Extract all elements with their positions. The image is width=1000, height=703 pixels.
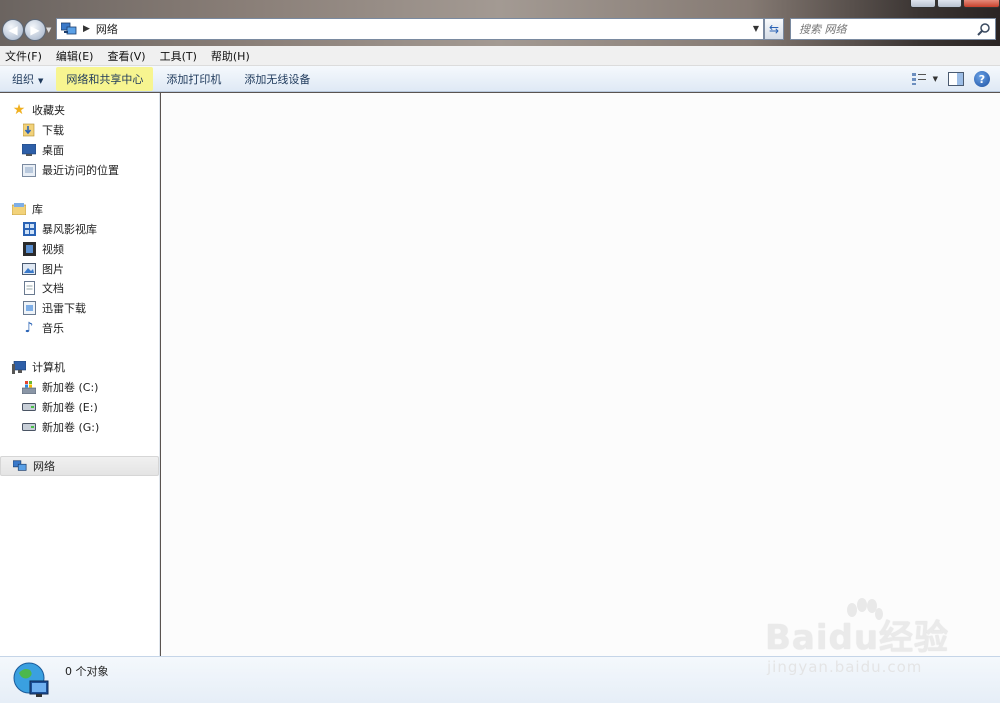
sidebar-item-drive-c[interactable]: 新加卷 (C:)	[22, 377, 98, 397]
sidebar-item-label: 计算机	[32, 361, 65, 374]
sidebar-item-xunlei-downloads[interactable]: 迅雷下载	[22, 298, 86, 318]
sidebar-item-recent-places[interactable]: 最近访问的位置	[22, 160, 119, 180]
sidebar-item-label: 下载	[42, 124, 64, 137]
title-bar: ◀ ▶ ▼ ▶ 网络 ▼ ⇆	[0, 0, 1000, 46]
search-icon[interactable]	[977, 22, 991, 36]
refresh-icon: ⇆	[768, 22, 780, 36]
menu-edit[interactable]: 编辑(E)	[56, 48, 94, 64]
breadcrumb-network[interactable]: 网络	[96, 21, 118, 37]
help-button[interactable]: ?	[974, 71, 990, 87]
sidebar-item-desktop[interactable]: 桌面	[22, 140, 64, 160]
menu-file[interactable]: 文件(F)	[5, 48, 42, 64]
address-bar[interactable]: ▶ 网络 ▼	[56, 18, 764, 40]
hard-drive-icon	[22, 400, 36, 414]
network-sharing-center-button[interactable]: 网络和共享中心	[56, 66, 154, 91]
sidebar-item-label: 视频	[42, 243, 64, 256]
sidebar-item-drive-e[interactable]: 新加卷 (E:)	[22, 397, 98, 417]
search-box[interactable]	[790, 18, 996, 40]
menu-view[interactable]: 查看(V)	[107, 48, 145, 64]
sidebar-item-label: 新加卷 (G:)	[42, 421, 100, 434]
navigation-pane: ★ 收藏夹 下载 桌面 最近访问的位置 库 暴风影视库 视频 图片 文档 迅雷下…	[0, 93, 160, 656]
organize-label: 组织	[12, 72, 34, 86]
preview-pane-icon	[948, 72, 964, 86]
menu-tools[interactable]: 工具(T)	[160, 48, 197, 64]
minimize-button[interactable]	[910, 0, 936, 8]
sidebar-item-baofeng-library[interactable]: 暴风影视库	[22, 219, 97, 239]
hard-drive-icon	[22, 420, 36, 434]
refresh-button[interactable]: ⇆	[764, 18, 784, 40]
pictures-icon	[22, 262, 36, 276]
sidebar-item-downloads[interactable]: 下载	[22, 120, 64, 140]
star-icon: ★	[12, 102, 26, 118]
network-icon	[61, 22, 77, 35]
file-list-area[interactable]	[161, 93, 1000, 656]
arrow-left-icon: ◀	[8, 23, 18, 37]
chevron-down-icon: ▼	[38, 76, 44, 85]
sidebar-item-music[interactable]: ♪ 音乐	[22, 318, 64, 338]
recent-pages-dropdown[interactable]: ▼	[46, 26, 51, 34]
search-input[interactable]	[799, 22, 969, 36]
view-options-button[interactable]: ▼	[911, 72, 938, 86]
breadcrumb-separator-icon[interactable]: ▶	[83, 24, 90, 34]
menu-help[interactable]: 帮助(H)	[211, 48, 250, 64]
preview-pane-button[interactable]	[948, 72, 964, 86]
sidebar-item-label: 桌面	[42, 144, 64, 157]
sidebar-item-label: 库	[32, 203, 43, 216]
back-button[interactable]: ◀	[2, 19, 24, 41]
sidebar-item-drive-g[interactable]: 新加卷 (G:)	[22, 417, 99, 437]
film-library-icon	[22, 222, 36, 236]
add-printer-button[interactable]: 添加打印机	[156, 67, 231, 91]
network-icon	[13, 459, 27, 473]
music-note-icon: ♪	[24, 320, 34, 336]
sidebar-item-documents[interactable]: 文档	[22, 278, 64, 298]
sidebar-item-label: 迅雷下载	[42, 302, 86, 315]
help-icon: ?	[974, 71, 990, 87]
command-bar: 组织 ▼ 网络和共享中心 添加打印机 添加无线设备 ▼ ?	[0, 66, 1000, 92]
close-button[interactable]	[963, 0, 1000, 8]
sidebar-computer[interactable]: 计算机	[12, 357, 65, 377]
library-icon	[12, 202, 26, 216]
recent-places-icon	[22, 163, 36, 177]
sidebar-item-label: 图片	[42, 263, 64, 276]
add-wireless-device-button[interactable]: 添加无线设备	[234, 67, 320, 91]
xunlei-folder-icon	[22, 301, 36, 315]
sidebar-item-label: 新加卷 (E:)	[42, 401, 98, 414]
network-globe-icon	[13, 662, 49, 697]
details-pane: 0 个对象	[0, 656, 1000, 703]
document-icon	[22, 281, 36, 295]
computer-icon	[12, 360, 26, 374]
sidebar-libraries[interactable]: 库	[12, 199, 43, 219]
sidebar-item-label: 新加卷 (C:)	[42, 381, 99, 394]
object-count: 0 个对象	[65, 665, 109, 678]
sidebar-item-label: 网络	[33, 460, 55, 473]
system-drive-icon	[22, 380, 36, 394]
sidebar-item-label: 最近访问的位置	[42, 164, 119, 177]
desktop-icon	[22, 143, 36, 157]
view-dropdown-icon: ▼	[932, 75, 938, 83]
sidebar-item-label: 收藏夹	[32, 104, 65, 117]
arrow-right-icon: ▶	[30, 23, 40, 37]
forward-button[interactable]: ▶	[24, 19, 46, 41]
sidebar-favorites[interactable]: ★ 收藏夹	[12, 100, 65, 120]
video-icon	[22, 242, 36, 256]
sidebar-item-pictures[interactable]: 图片	[22, 259, 64, 279]
sidebar-network[interactable]: 网络	[0, 456, 159, 476]
address-dropdown-icon[interactable]: ▼	[753, 24, 759, 33]
organize-button[interactable]: 组织 ▼	[2, 67, 53, 91]
view-list-icon	[911, 73, 926, 85]
sidebar-item-videos[interactable]: 视频	[22, 239, 64, 259]
sidebar-item-label: 暴风影视库	[42, 223, 97, 236]
sidebar-item-label: 文档	[42, 282, 64, 295]
sidebar-item-label: 音乐	[42, 322, 64, 335]
download-folder-icon	[22, 123, 36, 137]
maximize-button[interactable]	[937, 0, 962, 8]
menu-bar: 文件(F) 编辑(E) 查看(V) 工具(T) 帮助(H)	[0, 46, 1000, 66]
